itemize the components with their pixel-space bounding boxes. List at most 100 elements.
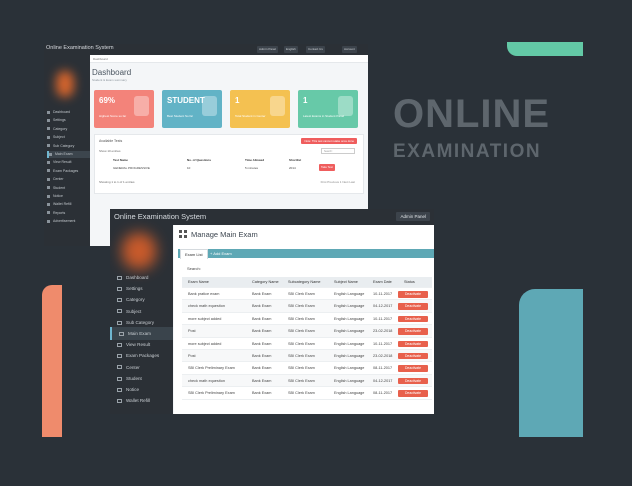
table-cell: Bank pratice exam — [188, 292, 220, 296]
notice-badge: Note: This test cannot retake once done — [301, 138, 357, 144]
table-cell: 10-11-2017 — [373, 292, 393, 296]
sidebar-item-label: Settings — [126, 286, 143, 292]
table-cell: Bank Exam — [252, 353, 272, 358]
tab-add-exam[interactable]: + Add Exam — [206, 249, 236, 259]
deactivate-button[interactable]: Deactivate — [398, 315, 428, 323]
menu-icon — [117, 298, 122, 303]
sidebar-item[interactable]: Advertisement — [47, 218, 90, 225]
deactivate-button[interactable]: Deactivate — [398, 328, 428, 335]
table-cell: SBI Clerk Exam — [288, 329, 315, 334]
sidebar-item[interactable]: Notice — [47, 193, 90, 200]
sidebar-item-label: Wallet Refill — [126, 398, 151, 404]
table-cell: SBI Clerk Exam — [288, 341, 315, 346]
table-cell: Bank Exam — [252, 329, 272, 334]
stat-value: STUDENT — [167, 96, 205, 105]
menu-icon — [47, 144, 50, 148]
menu-icon — [47, 186, 50, 190]
question-count: 10 — [187, 166, 191, 170]
column-header[interactable]: Status — [404, 277, 415, 288]
stat-card-score: 69% Highest Score so far — [94, 90, 154, 128]
table-cell: Bank Exam — [252, 378, 272, 383]
menu-icon — [117, 365, 122, 370]
column-header[interactable]: Subcategory Name — [288, 277, 321, 288]
sidebar-item[interactable]: Category — [47, 126, 90, 133]
sidebar-item[interactable]: Sub Category — [47, 143, 90, 150]
table-cell: check math equestion — [188, 378, 225, 383]
sidebar-item[interactable]: Wallet Refill — [47, 201, 90, 208]
column-header[interactable]: Test Name — [113, 158, 128, 162]
deactivate-button[interactable]: Deactivate — [398, 352, 428, 360]
sidebar-item[interactable]: Student — [47, 185, 90, 192]
entries-select[interactable]: Show 10 entries — [99, 149, 121, 153]
sidebar-item-label: Sub Category — [126, 319, 155, 325]
column-header[interactable]: Subject Name — [334, 277, 358, 288]
admin-panel-button[interactable]: Admin Panel — [396, 212, 430, 221]
table-cell: English Language — [334, 304, 365, 309]
hero-text: ONLINE EXAMINATION — [393, 92, 573, 164]
menu-icon — [117, 342, 122, 347]
column-header[interactable]: Exam Date — [373, 277, 392, 288]
sidebar-item-label: Main Exam — [55, 152, 73, 156]
deactivate-button[interactable]: Deactivate — [398, 365, 428, 372]
sidebar-item-label: Sub Category — [53, 143, 75, 148]
menu-icon — [47, 194, 50, 198]
menu-icon — [47, 110, 50, 114]
sidebar-item-label: Reports — [53, 210, 66, 215]
breadcrumb[interactable]: Dashboard — [90, 55, 368, 63]
decor-green-bar — [507, 42, 583, 56]
deactivate-button[interactable]: Deactivate — [398, 340, 428, 348]
deactivate-button[interactable]: Deactivate — [398, 377, 428, 385]
pagination[interactable]: First Previous 1 Next Last — [321, 180, 355, 184]
table-cell: SBI Clerk Exam — [288, 316, 315, 321]
sidebar-item[interactable]: Dashboard — [47, 109, 90, 116]
tab-exam-list[interactable]: Exam List — [180, 249, 208, 259]
deactivate-button[interactable]: Deactivate — [398, 291, 428, 298]
take-test-button[interactable]: Take Test — [319, 164, 335, 171]
language-button[interactable]: English — [284, 46, 298, 53]
menu-icon — [117, 387, 122, 392]
table-cell: English Language — [334, 366, 365, 371]
decor-teal-block — [519, 289, 583, 437]
account-button[interactable]: Account — [342, 46, 357, 53]
deactivate-button[interactable]: Deactivate — [398, 303, 428, 310]
sidebar-item[interactable]: Wallet Refill — [110, 394, 173, 407]
sidebar-item[interactable]: Main Exam — [47, 151, 90, 158]
column-header[interactable]: Category Name — [252, 277, 279, 288]
sidebar-item[interactable]: Subject — [47, 134, 90, 141]
sidebar-item-label: Advertisement — [53, 219, 76, 224]
sidebar-item-label: Subject — [126, 308, 142, 314]
table-cell: SBI Clerk Exam — [288, 304, 315, 309]
contact-button[interactable]: Contact Us — [306, 46, 325, 53]
menu-icon — [117, 354, 122, 359]
sidebar-item-label: Center — [126, 364, 140, 370]
admin-panel-button[interactable]: Admin Panel — [257, 46, 279, 53]
table-cell: English Language — [334, 329, 365, 334]
table-row: check math equestion Bank Exam SBI Clerk E… — [182, 374, 432, 388]
sidebar-item[interactable]: Exam Packages — [47, 168, 90, 175]
stat-value: 1 — [303, 96, 308, 105]
column-header[interactable]: Time Allowed — [245, 158, 264, 162]
table-cell: SBI Clerk Exam — [288, 292, 315, 296]
search-input[interactable]: Search: — [321, 148, 355, 154]
sidebar-item[interactable]: View Result — [47, 159, 90, 166]
table-cell: SBI Clerk Exam — [288, 378, 315, 383]
sidebar-item[interactable]: Center — [47, 176, 90, 183]
manage-topbar: Online Examination System Admin Panel — [110, 209, 434, 225]
column-header[interactable]: Exam Name — [188, 277, 209, 288]
table-cell: 08-11-2017 — [373, 366, 393, 371]
table-cell: Bank Exam — [252, 366, 272, 371]
menu-icon — [47, 160, 50, 164]
deactivate-button[interactable]: Deactivate — [398, 390, 428, 397]
table-cell: more subject added — [188, 341, 222, 346]
menu-icon — [47, 169, 50, 173]
table-cell: SBI Clerk Exam — [288, 391, 315, 396]
checklist-icon — [134, 96, 149, 116]
page-subtitle: Student & Exam summary — [92, 78, 127, 82]
sidebar-item-label: Notice — [126, 387, 140, 392]
column-header[interactable]: Shortlist — [289, 158, 301, 162]
sidebar-item[interactable]: Reports — [47, 210, 90, 217]
sidebar-item[interactable]: Settings — [47, 117, 90, 124]
table-cell: Bank Exam — [252, 304, 272, 309]
column-header[interactable]: No. of Questions — [187, 158, 211, 162]
sidebar-item-label: Exam Packages — [126, 353, 160, 359]
